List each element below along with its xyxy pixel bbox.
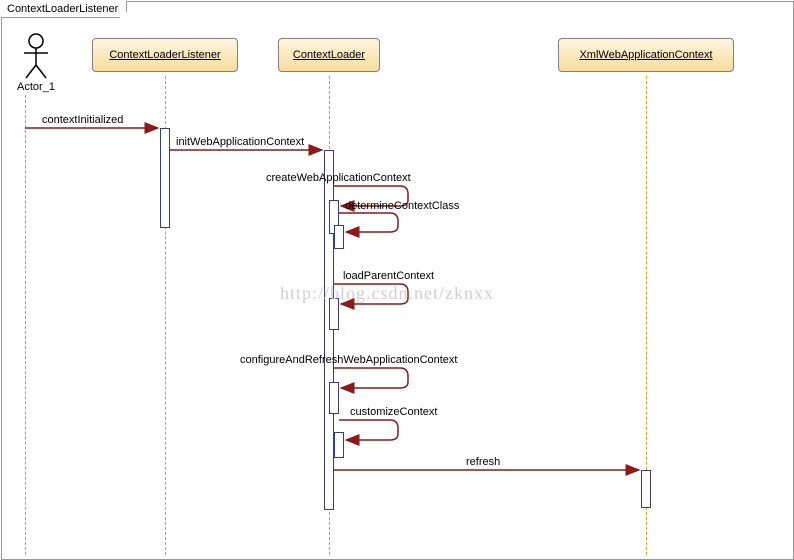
msg-customizecontext: customizeContext: [350, 406, 437, 418]
sequence-diagram: ContextLoaderListener Actor_1 ContextLoa…: [0, 0, 794, 560]
msg-contextinitialized: contextInitialized: [42, 114, 123, 126]
msg-configureandrefresh: configureAndRefreshWebApplicationContext: [240, 354, 457, 366]
msg-determinecontextclass: determineContextClass: [345, 200, 459, 212]
msg-loadparentcontext: loadParentContext: [343, 270, 434, 282]
msg-refresh: refresh: [466, 456, 500, 468]
msg-createwebapplicationcontext: createWebApplicationContext: [266, 172, 411, 184]
msg-initwebapplicationcontext: initWebApplicationContext: [176, 136, 304, 148]
